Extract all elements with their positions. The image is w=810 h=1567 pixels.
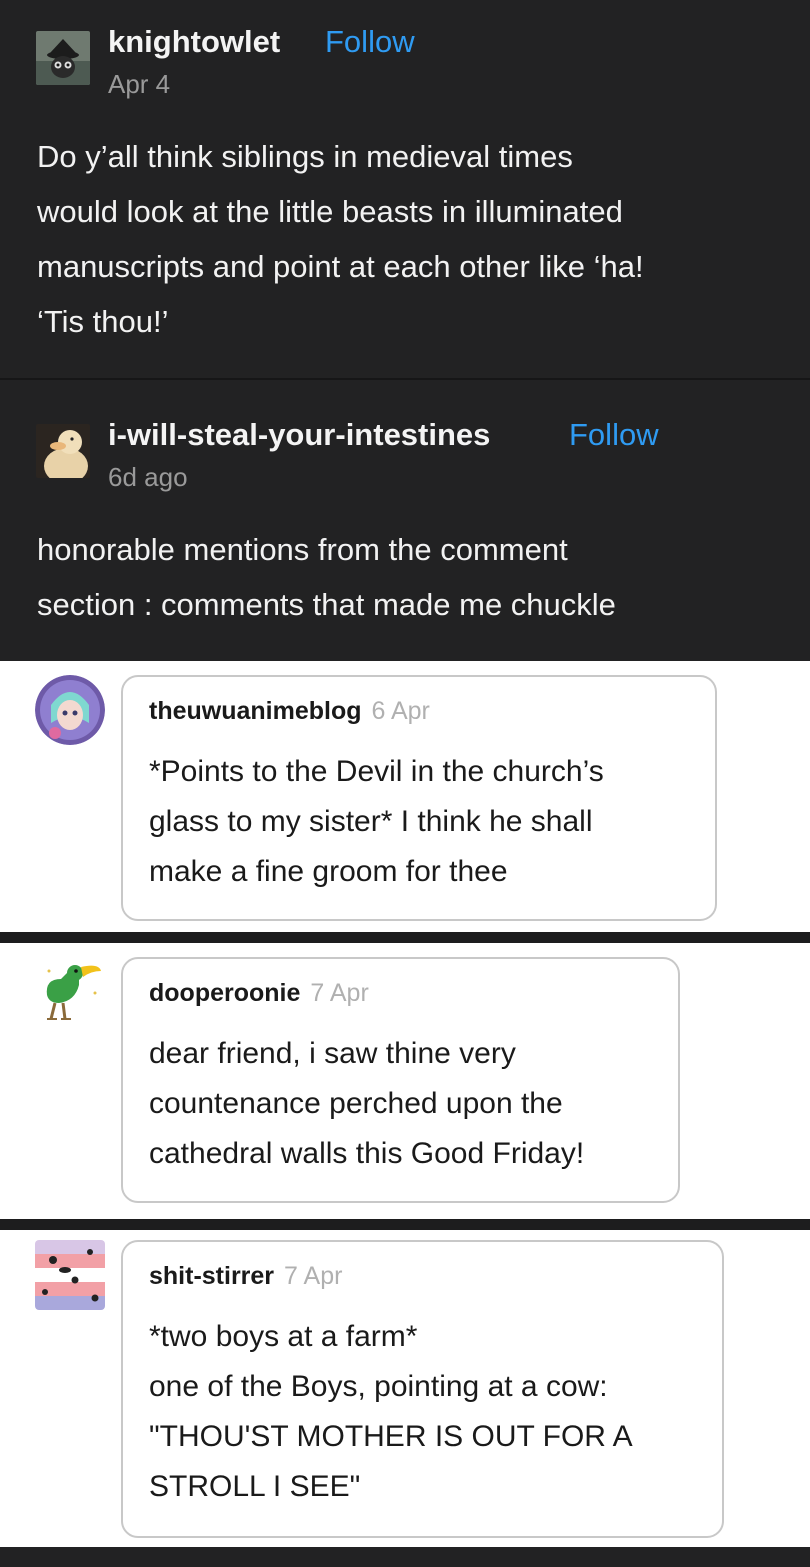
comment-line: dear friend, i saw thine very [149,1037,516,1070]
comment-username[interactable]: shit-stirrer [149,1262,274,1290]
comment-card: dooperoonie 7 Apr dear friend, i saw thin… [0,943,810,1219]
post-line: honorable mentions from the comment [37,532,568,567]
comment-text: *two boys at a farm* one of the Boys, po… [149,1312,633,1512]
post-line: would look at the little beasts in illum… [37,194,623,229]
reblog-post: i-will-steal-your-intestines Follow 6d a… [0,380,810,660]
original-post: knightowlet Follow Apr 4 Do y’all think … [0,0,810,378]
comment-line: countenance perched upon the [149,1087,563,1120]
post-body: Do y’all think siblings in medieval time… [37,129,644,349]
post-body: honorable mentions from the comment sect… [37,522,616,632]
follow-button[interactable]: Follow [325,24,415,60]
comment-date: 7 Apr [310,979,369,1007]
comment-header: shit-stirrer 7 Apr [149,1262,342,1291]
owl-avatar-icon[interactable] [36,31,90,85]
comment-separator [0,1219,810,1230]
comment-text: dear friend, i saw thine very countenanc… [149,1029,584,1179]
comment-date: 7 Apr [284,1262,343,1290]
green-bird-avatar-icon[interactable] [35,957,105,1027]
comment-line: STROLL I SEE" [149,1470,361,1503]
comment-line: *Points to the Devil in the church’s [149,755,604,788]
comment-bubble: dooperoonie 7 Apr dear friend, i saw thin… [121,957,680,1203]
comment-line: *two boys at a farm* [149,1320,418,1353]
post-date: Apr 4 [108,69,171,99]
comment-line: cathedral walls this Good Friday! [149,1137,585,1170]
comment-text: *Points to the Devil in the church’s gla… [149,747,604,897]
comment-line: glass to my sister* I think he shall [149,805,593,838]
comment-bubble: theuwuanimeblog 6 Apr *Points to the Devi… [121,675,717,921]
comment-bubble: shit-stirrer 7 Apr *two boys at a farm* o… [121,1240,724,1538]
comment-username[interactable]: dooperoonie [149,979,300,1007]
post-line: manuscripts and point at each other like… [37,249,644,284]
comment-header: theuwuanimeblog 6 Apr [149,697,430,726]
striped-flag-avatar-icon[interactable] [35,1240,105,1310]
comment-header: dooperoonie 7 Apr [149,979,369,1008]
post-username[interactable]: knightowlet [108,24,280,60]
comment-line: "THOU'ST MOTHER IS OUT FOR A [149,1420,633,1453]
comment-date: 6 Apr [371,697,430,725]
comment-separator [0,932,810,943]
post-line: ‘Tis thou!’ [37,304,169,339]
post-line: Do y’all think siblings in medieval time… [37,139,573,174]
comment-card: theuwuanimeblog 6 Apr *Points to the Devi… [0,661,810,932]
comment-line: make a fine groom for thee [149,855,508,888]
comment-line: one of the Boys, pointing at a cow: [149,1370,608,1403]
anime-girl-avatar-icon[interactable] [35,675,105,745]
post-username[interactable]: i-will-steal-your-intestines [108,417,490,453]
comment-card: shit-stirrer 7 Apr *two boys at a farm* o… [0,1230,810,1547]
post-line: section : comments that made me chuckle [37,587,616,622]
duck-avatar-icon[interactable] [36,424,90,478]
follow-button[interactable]: Follow [569,417,659,453]
post-date: 6d ago [108,462,188,492]
comment-username[interactable]: theuwuanimeblog [149,697,362,725]
